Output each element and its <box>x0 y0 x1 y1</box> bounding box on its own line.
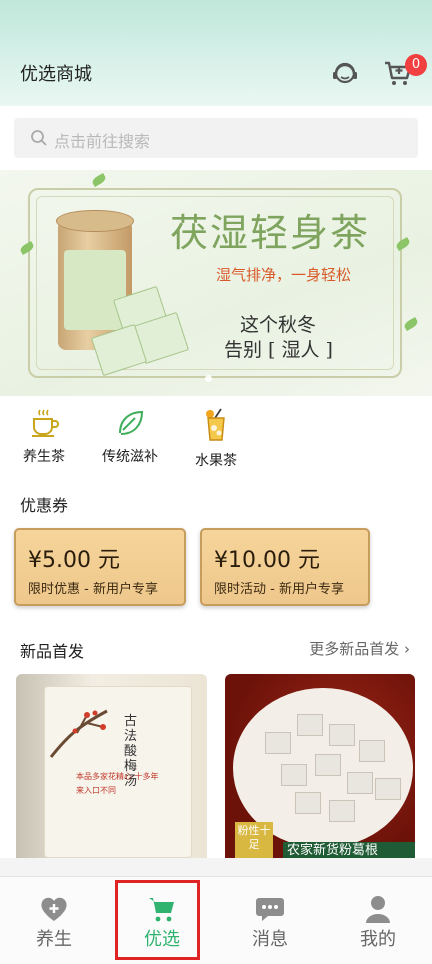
user-icon <box>366 896 390 923</box>
product-package-desc: 本品多家花精心 十多年来入口不同 <box>76 772 159 795</box>
fruit-drink-icon <box>206 408 225 441</box>
leaf-icon <box>119 410 144 435</box>
banner-subtitle: 湿气排净，一身轻松 <box>216 266 352 284</box>
category-label: 养生茶 <box>23 449 65 465</box>
tab-label: 我的 <box>360 929 396 950</box>
category-health-tea[interactable]: 养生茶 <box>4 408 84 466</box>
heart-plus-icon <box>41 897 67 921</box>
page-title: 优选商城 <box>20 64 92 85</box>
search-icon <box>31 130 47 146</box>
category-label: 传统滋补 <box>102 449 158 465</box>
category-fruit-tea[interactable]: 水果茶 <box>176 408 256 470</box>
header: 优选商城 0 <box>0 0 432 106</box>
category-label: 水果茶 <box>195 453 237 469</box>
chat-bubble-icon <box>256 898 284 921</box>
category-row: 养生茶 传统滋补 水果茶 <box>0 396 432 480</box>
banner-line-1: 这个秋冬 <box>240 314 317 336</box>
promo-banner[interactable]: 茯湿轻身茶 湿气排净，一身轻松 这个秋冬 告别 [ 湿人 ] <box>0 170 432 396</box>
tab-wellness[interactable]: 养生 <box>0 877 108 964</box>
leaf-decoration <box>90 173 108 187</box>
coupon-desc: 限时优惠 - 新用户专享 <box>28 582 158 597</box>
highlight-box <box>115 880 200 960</box>
coupon-card[interactable]: ¥5.00 元 限时优惠 - 新用户专享 <box>14 528 186 606</box>
section-title: 优惠券 <box>20 496 69 515</box>
search-input[interactable]: 点击前往搜索 <box>14 118 418 158</box>
coupon-desc: 限时活动 - 新用户专享 <box>214 582 344 597</box>
coupon-section-header: 优惠券 <box>0 480 432 526</box>
cart-badge: 0 <box>405 54 427 76</box>
search-placeholder: 点击前往搜索 <box>54 132 151 151</box>
product-card-plum-drink[interactable]: 古法酸梅汤 本品多家花精心 十多年来入口不同 <box>16 674 207 858</box>
tab-profile[interactable]: 我的 <box>324 877 432 964</box>
coupon-list: ¥5.00 元 限时优惠 - 新用户专享 ¥10.00 元 限时活动 - 新用户… <box>0 526 432 622</box>
product-ribbon: 农家新货粉葛根 <box>283 842 415 858</box>
coupon-card[interactable]: ¥10.00 元 限时活动 - 新用户专享 <box>200 528 370 606</box>
banner-line-2: 告别 [ 湿人 ] <box>224 339 333 361</box>
tab-messages[interactable]: 消息 <box>216 877 324 964</box>
bottom-tab-bar: 养生 优选 消息 我的 <box>0 876 432 964</box>
tab-label: 消息 <box>252 929 288 950</box>
product-card-kudzu-root[interactable]: 粉性十足 农家新货粉葛根 <box>225 674 415 858</box>
tea-cup-icon <box>32 409 59 437</box>
section-title: 新品首发 <box>20 642 85 661</box>
search-bar-area: 点击前往搜索 <box>0 106 432 170</box>
tab-label: 养生 <box>36 929 72 950</box>
banner-headline: 茯湿轻身茶 <box>170 211 371 255</box>
product-grid: 古法酸梅汤 本品多家花精心 十多年来入口不同 粉性十足 农家新货粉葛根 <box>0 672 432 858</box>
coupon-amount: ¥5.00 元 <box>28 548 120 573</box>
leaf-decoration <box>402 317 420 331</box>
category-traditional-tonic[interactable]: 传统滋补 <box>90 408 170 466</box>
carousel-indicator[interactable] <box>205 375 212 382</box>
new-products-header: 新品首发 更多新品首发 › <box>0 622 432 672</box>
more-new-products-link[interactable]: 更多新品首发 › <box>309 638 410 659</box>
headset-icon[interactable] <box>330 58 360 88</box>
coupon-amount: ¥10.00 元 <box>214 548 320 573</box>
product-tag: 粉性十足 <box>235 822 273 858</box>
